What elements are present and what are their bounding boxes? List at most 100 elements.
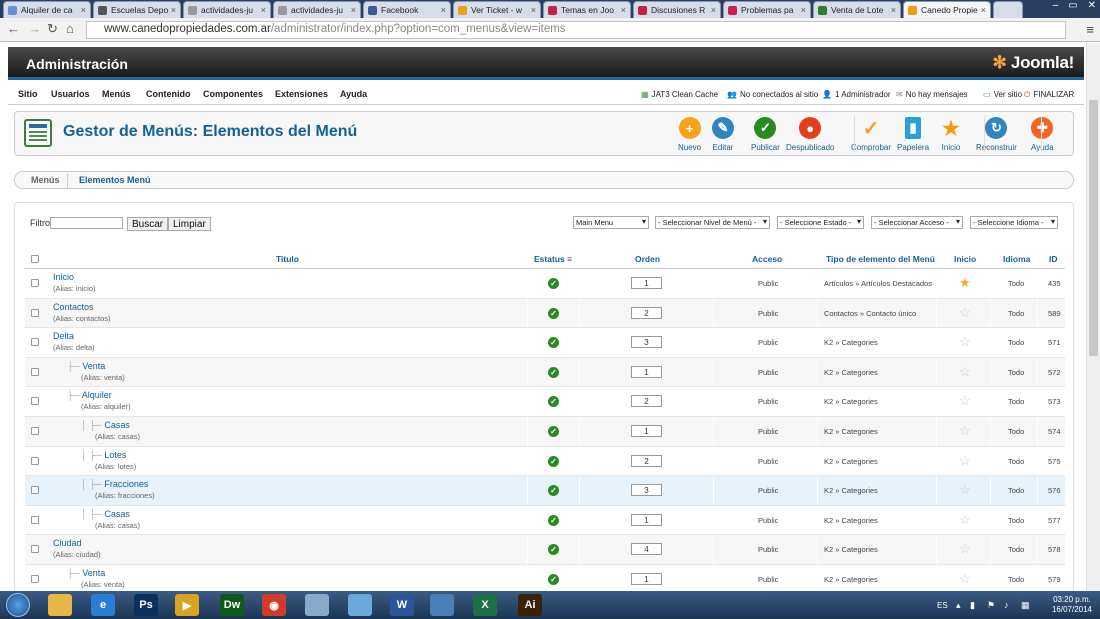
order-input[interactable]: 1: [631, 573, 662, 585]
close-tab-icon[interactable]: ×: [351, 5, 356, 15]
select-all-checkbox[interactable]: [31, 255, 39, 263]
clean-cache-link[interactable]: ▦ JAT3 Clean Cache: [641, 90, 718, 99]
close-tab-icon[interactable]: ×: [261, 5, 266, 15]
explorer-icon[interactable]: [48, 594, 72, 616]
item-title-link[interactable]: │ ├─ Casas: [81, 420, 130, 430]
search-button[interactable]: Buscar: [127, 217, 169, 231]
tray-flag-icon[interactable]: ⚑: [987, 600, 995, 611]
browser-tab[interactable]: Facebook ×: [363, 1, 451, 18]
access-select[interactable]: - Seleccionar Acceso -: [871, 216, 963, 229]
home-star-outline-icon[interactable]: ☆: [959, 512, 971, 528]
row-checkbox[interactable]: [31, 456, 39, 465]
tab-menu-items[interactable]: Elementos Menú: [79, 175, 151, 185]
order-input[interactable]: 1: [631, 277, 662, 289]
back-icon[interactable]: ←: [7, 21, 20, 36]
menu-menus[interactable]: Menús: [102, 89, 131, 99]
chrome-icon[interactable]: ◉: [262, 594, 286, 616]
table-row[interactable]: Ciudad (Alias: ciudad) ✓ 4 Public K2 » Catego…: [25, 535, 1065, 565]
toolbar-nuevo-button[interactable]: + Nuevo: [678, 117, 701, 152]
order-input[interactable]: 3: [631, 336, 662, 349]
item-title-link[interactable]: ├─ Venta: [67, 361, 105, 371]
toolbar-despublicado-button[interactable]: ● Despublicado: [786, 117, 834, 152]
menu-componentes[interactable]: Componentes: [203, 89, 263, 99]
close-tab-icon[interactable]: ×: [891, 5, 896, 15]
language-indicator[interactable]: ES: [937, 601, 948, 610]
close-tab-icon[interactable]: ×: [711, 5, 716, 15]
maximize-icon[interactable]: ▭: [1068, 0, 1077, 11]
folder-icon[interactable]: [305, 594, 329, 616]
browser-tab[interactable]: Ver Ticket - w ×: [453, 1, 541, 18]
language-select[interactable]: - Seleccione Idioma -: [970, 216, 1058, 229]
home-icon[interactable]: ⌂: [66, 21, 74, 36]
row-checkbox[interactable]: [31, 308, 39, 317]
col-tipo[interactable]: Tipo de elemento del Menú: [826, 254, 935, 264]
level-select[interactable]: - Seleccionar Nivel de Menú -: [655, 216, 770, 229]
messages-status[interactable]: ✉ No hay mensajes: [896, 90, 968, 99]
tray-network-icon[interactable]: ▮: [970, 600, 975, 611]
browser-tab[interactable]: Escuelas Depo ×: [93, 1, 181, 18]
row-checkbox[interactable]: [31, 367, 39, 376]
row-checkbox[interactable]: [31, 279, 39, 287]
browser-tab[interactable]: Alquiler de ca ×: [3, 1, 91, 18]
published-check-icon[interactable]: ✓: [548, 396, 559, 408]
close-tab-icon[interactable]: ×: [81, 5, 86, 15]
order-input[interactable]: 1: [631, 365, 662, 378]
photoshop-icon[interactable]: Ps: [134, 594, 158, 616]
order-input[interactable]: 2: [631, 306, 662, 319]
published-check-icon[interactable]: ✓: [548, 514, 559, 526]
url-field[interactable]: www.canedopropiedades.com.ar/administrat…: [86, 21, 1066, 39]
order-input[interactable]: 2: [631, 395, 662, 408]
published-check-icon[interactable]: ✓: [548, 544, 559, 556]
col-titulo[interactable]: Titulo: [276, 254, 299, 264]
published-check-icon[interactable]: ✓: [548, 307, 559, 319]
browser-tab[interactable]: Venta de Lote ×: [813, 1, 901, 18]
browser-tab[interactable]: Temas en Joo ×: [543, 1, 631, 18]
order-input[interactable]: 3: [631, 484, 662, 497]
excel-icon[interactable]: X: [473, 594, 497, 616]
col-idioma[interactable]: Idioma: [1003, 254, 1030, 264]
col-id[interactable]: ID: [1049, 254, 1058, 264]
toolbar-editar-button[interactable]: ✎ Editar: [712, 117, 734, 152]
illustrator-icon[interactable]: Ai: [518, 594, 542, 616]
view-site-link[interactable]: ▭ Ver sitio: [983, 90, 1022, 99]
close-tab-icon[interactable]: ×: [531, 5, 536, 15]
table-row[interactable]: ├─ Venta (Alias: venta) ✓ 1 Public K2 » Categ…: [25, 357, 1065, 388]
reload-icon[interactable]: ↻: [47, 21, 58, 37]
tab-menus[interactable]: Menús: [31, 175, 60, 185]
close-tab-icon[interactable]: ×: [981, 5, 986, 15]
filter-search-input[interactable]: [50, 217, 123, 229]
toolbar-publicar-button[interactable]: ✓ Publicar: [751, 117, 780, 152]
table-row[interactable]: Delta (Alias: delta) ✓ 3 Public K2 » Categori…: [25, 328, 1065, 358]
published-check-icon[interactable]: ✓: [548, 455, 559, 467]
tray-signal-icon[interactable]: ▦: [1021, 600, 1030, 611]
row-checkbox[interactable]: [31, 515, 39, 524]
item-title-link[interactable]: ├─ Alquiler: [67, 390, 112, 400]
menu-sitio[interactable]: Sitio: [18, 89, 38, 99]
close-tab-icon[interactable]: ×: [441, 5, 446, 15]
home-star-outline-icon[interactable]: ☆: [959, 453, 971, 469]
table-row[interactable]: Inicio (Alias: inicio) ✓ 1 Public Artículos »…: [25, 269, 1065, 299]
home-star-outline-icon[interactable]: ☆: [959, 423, 971, 439]
page-scrollbar[interactable]: [1086, 43, 1100, 591]
item-title-link[interactable]: Inicio: [53, 272, 74, 282]
row-checkbox[interactable]: [31, 486, 39, 495]
toolbar-reconstruir-button[interactable]: ↻ Reconstruir: [976, 117, 1017, 152]
home-star-outline-icon[interactable]: ☆: [959, 305, 971, 321]
close-window-icon[interactable]: ✕: [1088, 0, 1096, 11]
close-tab-icon[interactable]: ×: [171, 5, 176, 15]
home-star-outline-icon[interactable]: ☆: [959, 334, 971, 350]
start-button[interactable]: [6, 593, 30, 617]
table-row[interactable]: ├─ Alquiler (Alias: alquiler) ✓ 2 Public K2 »…: [25, 387, 1065, 417]
published-check-icon[interactable]: ✓: [548, 366, 559, 378]
item-title-link[interactable]: Delta: [53, 331, 74, 341]
pen-icon[interactable]: [348, 594, 372, 616]
item-title-link[interactable]: Contactos: [53, 302, 94, 312]
item-title-link[interactable]: │ ├─ Casas: [81, 509, 130, 519]
published-check-icon[interactable]: ✓: [548, 574, 559, 585]
home-star-outline-icon[interactable]: ☆: [959, 393, 971, 409]
published-check-icon[interactable]: ✓: [548, 485, 559, 497]
new-tab-button[interactable]: [993, 1, 1023, 18]
minimize-icon[interactable]: –: [1053, 0, 1059, 11]
ie-icon[interactable]: e: [91, 594, 115, 616]
tray-speaker-icon[interactable]: ♪: [1004, 600, 1009, 610]
